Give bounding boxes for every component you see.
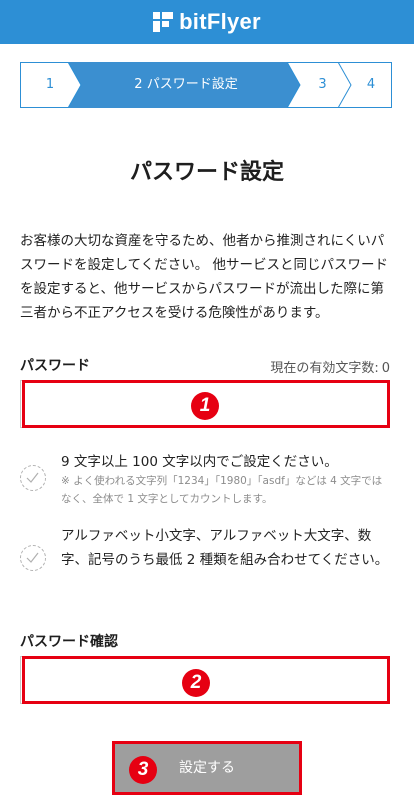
brand-name: bitFlyer bbox=[179, 9, 261, 34]
page-title: パスワード設定 bbox=[129, 160, 284, 185]
app-header: bitFlyer bbox=[0, 0, 414, 44]
annotation-marker-1: 1 bbox=[191, 392, 219, 420]
rule-length-check-icon bbox=[20, 465, 46, 491]
brand-logo[interactable]: bitFlyer bbox=[153, 9, 261, 35]
rule-charset-check-icon bbox=[20, 545, 46, 571]
step-2-current: 2 パスワード設定 bbox=[134, 77, 238, 92]
step-3: 3 bbox=[318, 77, 327, 92]
rule-length-note: ※ よく使われる文字列「1234」「1980」「asdf」などは 4 文字ではな… bbox=[61, 475, 383, 505]
rule-charset-text: アルファベット小文字、アルファベット大文字、数字、記号のうち最低 2 種類を組み… bbox=[61, 528, 389, 568]
rule-length-text: 9 文字以上 100 文字以内でご設定ください。 bbox=[61, 454, 338, 470]
progress-stepper: 1 2 パスワード設定 3 4 bbox=[20, 62, 392, 108]
password-label: パスワード bbox=[20, 358, 90, 374]
annotation-marker-2: 2 bbox=[182, 669, 210, 697]
char-count: 現在の有効文字数: 0 bbox=[270, 357, 390, 376]
char-count-value: 0 bbox=[381, 361, 390, 376]
page-description: お客様の大切な資産を守るため、他者から推測されにくいパスワードを設定してください… bbox=[20, 233, 388, 321]
step-1: 1 bbox=[45, 77, 55, 92]
annotation-marker-3: 3 bbox=[129, 756, 157, 784]
step-4: 4 bbox=[366, 77, 376, 92]
password-confirm-label: パスワード確認 bbox=[20, 634, 118, 650]
bitflyer-logo-icon bbox=[153, 12, 174, 32]
char-count-label: 現在の有効文字数: bbox=[270, 361, 379, 376]
